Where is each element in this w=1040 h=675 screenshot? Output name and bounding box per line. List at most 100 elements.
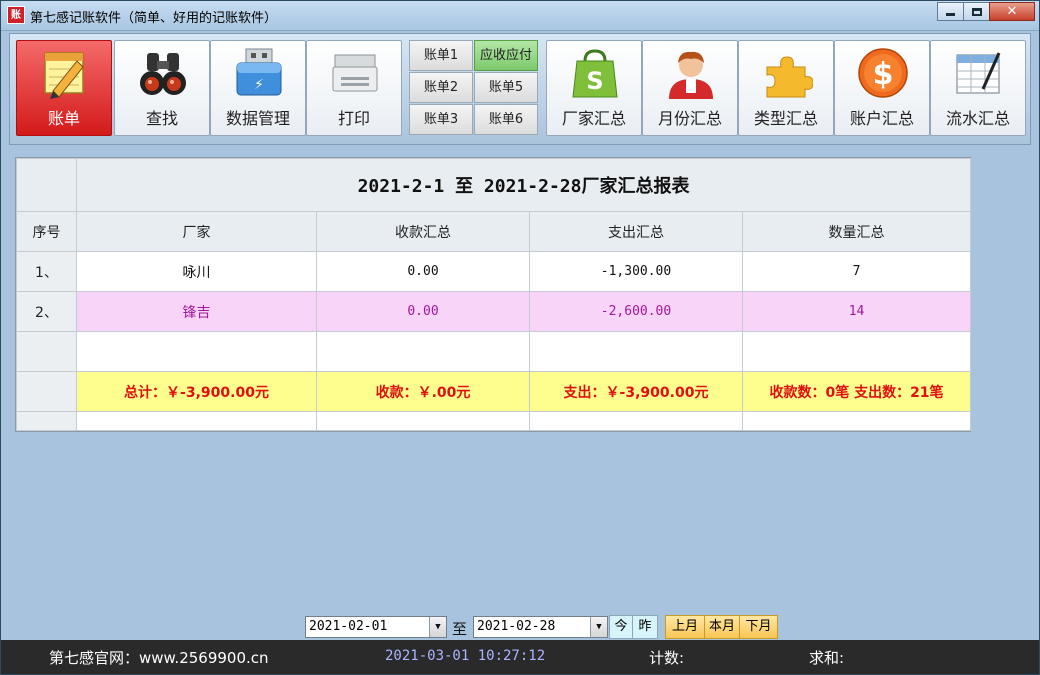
totals-row: 总计：￥-3,900.00元 收款：￥.00元 支出：￥-3,900.00元 收… [16,371,972,412]
minimize-icon [946,13,955,16]
usb-drive-icon: ⚡ [233,47,285,99]
journal-summary-label: 流水汇总 [945,109,1010,128]
account-summary-label: 账户汇总 [849,109,914,128]
print-button-label: 打印 [337,109,370,128]
today-button[interactable]: 今 [609,615,633,639]
maximize-icon [971,7,982,16]
data-management-button-label: 数据管理 [225,109,290,128]
minimize-button[interactable] [937,2,964,21]
table-row[interactable]: 2、 锋吉 0.00 -2,600.00 14 [16,291,972,332]
tail-row [16,411,972,431]
close-button[interactable]: ✕ [989,2,1035,21]
next-month-button[interactable]: 下月 [739,615,778,639]
row-expense: -1,300.00 [529,251,743,292]
empty-cell [316,411,530,431]
status-bar: 第七感官网：www.2569900.cn 2021-03-01 10:27:12… [1,640,1039,674]
close-icon: ✕ [1006,4,1018,19]
table-row[interactable]: 1、 咏川 0.00 -1,300.00 7 [16,251,972,292]
empty-cell [741,411,972,431]
header-quantity: 数量汇总 [741,211,972,252]
bill5-button[interactable]: 账单5 [474,72,538,103]
report-title-row: 2021-2-1 至 2021-2-28厂家汇总报表 [16,158,972,212]
app-logo-icon: 账 [7,6,25,24]
date-range-separator: 至 [452,620,468,638]
journal-summary-button[interactable]: 流水汇总 [930,40,1026,136]
month-summary-button[interactable]: 月份汇总 [642,40,738,136]
row-vendor: 咏川 [76,251,317,292]
main-toolbar: 账单 查找 ⚡ 数据管理 打印 账单1 应收应付 账单2 账单5 账单3 账单6… [9,33,1031,145]
receivable-payable-button[interactable]: 应收应付 [474,40,538,71]
title-bar: 账 第七感记账软件（简单、好用的记账软件） ✕ [1,1,1039,31]
data-management-button[interactable]: ⚡ 数据管理 [210,40,306,136]
row-quantity: 14 [741,291,972,332]
vendor-summary-button[interactable]: S 厂家汇总 [546,40,642,136]
print-button[interactable]: 打印 [306,40,402,136]
empty-cell [529,411,743,431]
row-expense: -2,600.00 [529,291,743,332]
printer-icon [329,47,381,99]
person-icon [665,47,717,99]
account-summary-button[interactable]: $ 账户汇总 [834,40,930,136]
empty-cell [16,411,77,431]
month-summary-label: 月份汇总 [657,109,722,128]
row-vendor: 锋吉 [76,291,317,332]
bill3-button[interactable]: 账单3 [409,104,473,135]
report-table: 2021-2-1 至 2021-2-28厂家汇总报表 序号 厂家 收款汇总 支出… [16,158,972,431]
empty-cell [316,331,530,372]
chevron-down-icon[interactable]: ▼ [590,617,607,637]
last-month-button[interactable]: 上月 [665,615,705,639]
dollar-coin-icon: $ [857,47,909,99]
svg-text:S: S [586,67,603,95]
bill-sub-buttons: 账单1 应收应付 账单2 账单5 账单3 账单6 [409,40,539,136]
bill2-button[interactable]: 账单2 [409,72,473,103]
income-total: 收款：￥.00元 [316,371,530,412]
svg-text:$: $ [873,57,894,92]
type-summary-label: 类型汇总 [753,109,818,128]
row-income: 0.00 [316,251,530,292]
shopping-bag-icon: S [569,47,621,99]
search-button[interactable]: 查找 [114,40,210,136]
bill-button[interactable]: 账单 [16,40,112,136]
empty-cell [529,331,743,372]
window-controls: ✕ [937,2,1035,21]
bill1-button[interactable]: 账单1 [409,40,473,71]
website-link[interactable]: 第七感官网：www.2569900.cn [49,647,269,668]
empty-cell [741,331,972,372]
row-index: 1、 [16,251,77,292]
header-expense: 支出汇总 [529,211,743,252]
header-income: 收款汇总 [316,211,530,252]
from-date-picker[interactable]: 2021-02-01 ▼ [305,616,447,638]
count-total: 收款数：0笔 支出数：21笔 [741,371,972,412]
to-date-picker[interactable]: 2021-02-28 ▼ [473,616,608,638]
vendor-summary-report: 2021-2-1 至 2021-2-28厂家汇总报表 序号 厂家 收款汇总 支出… [15,157,972,432]
grand-total: 总计：￥-3,900.00元 [76,371,317,412]
title-corner-cell [16,158,77,212]
totals-index-cell [16,371,77,412]
empty-row [16,331,972,372]
current-datetime: 2021-03-01 10:27:12 [385,648,546,664]
this-month-button[interactable]: 本月 [704,615,740,639]
count-label: 计数: [649,649,685,667]
pencil-notepad-icon [39,47,91,99]
maximize-button[interactable] [963,2,990,21]
puzzle-icon [761,47,813,99]
to-date-value: 2021-02-28 [477,619,556,634]
type-summary-button[interactable]: 类型汇总 [738,40,834,136]
bill6-button[interactable]: 账单6 [474,104,538,135]
report-header-row: 序号 厂家 收款汇总 支出汇总 数量汇总 [16,211,972,252]
bill-button-label: 账单 [47,109,80,128]
yesterday-button[interactable]: 昨 [632,615,658,639]
svg-text:⚡: ⚡ [254,77,264,93]
expense-total: 支出：￥-3,900.00元 [529,371,743,412]
empty-cell [76,411,317,431]
spreadsheet-pen-icon [953,47,1005,99]
app-window: 账 第七感记账软件（简单、好用的记账软件） ✕ 账单 查找 ⚡ 数据管理 打印 … [0,0,1040,675]
binoculars-icon [137,47,189,99]
empty-cell [16,331,77,372]
row-income: 0.00 [316,291,530,332]
empty-cell [76,331,317,372]
chevron-down-icon[interactable]: ▼ [429,617,446,637]
from-date-value: 2021-02-01 [309,619,388,634]
row-index: 2、 [16,291,77,332]
header-vendor: 厂家 [76,211,317,252]
